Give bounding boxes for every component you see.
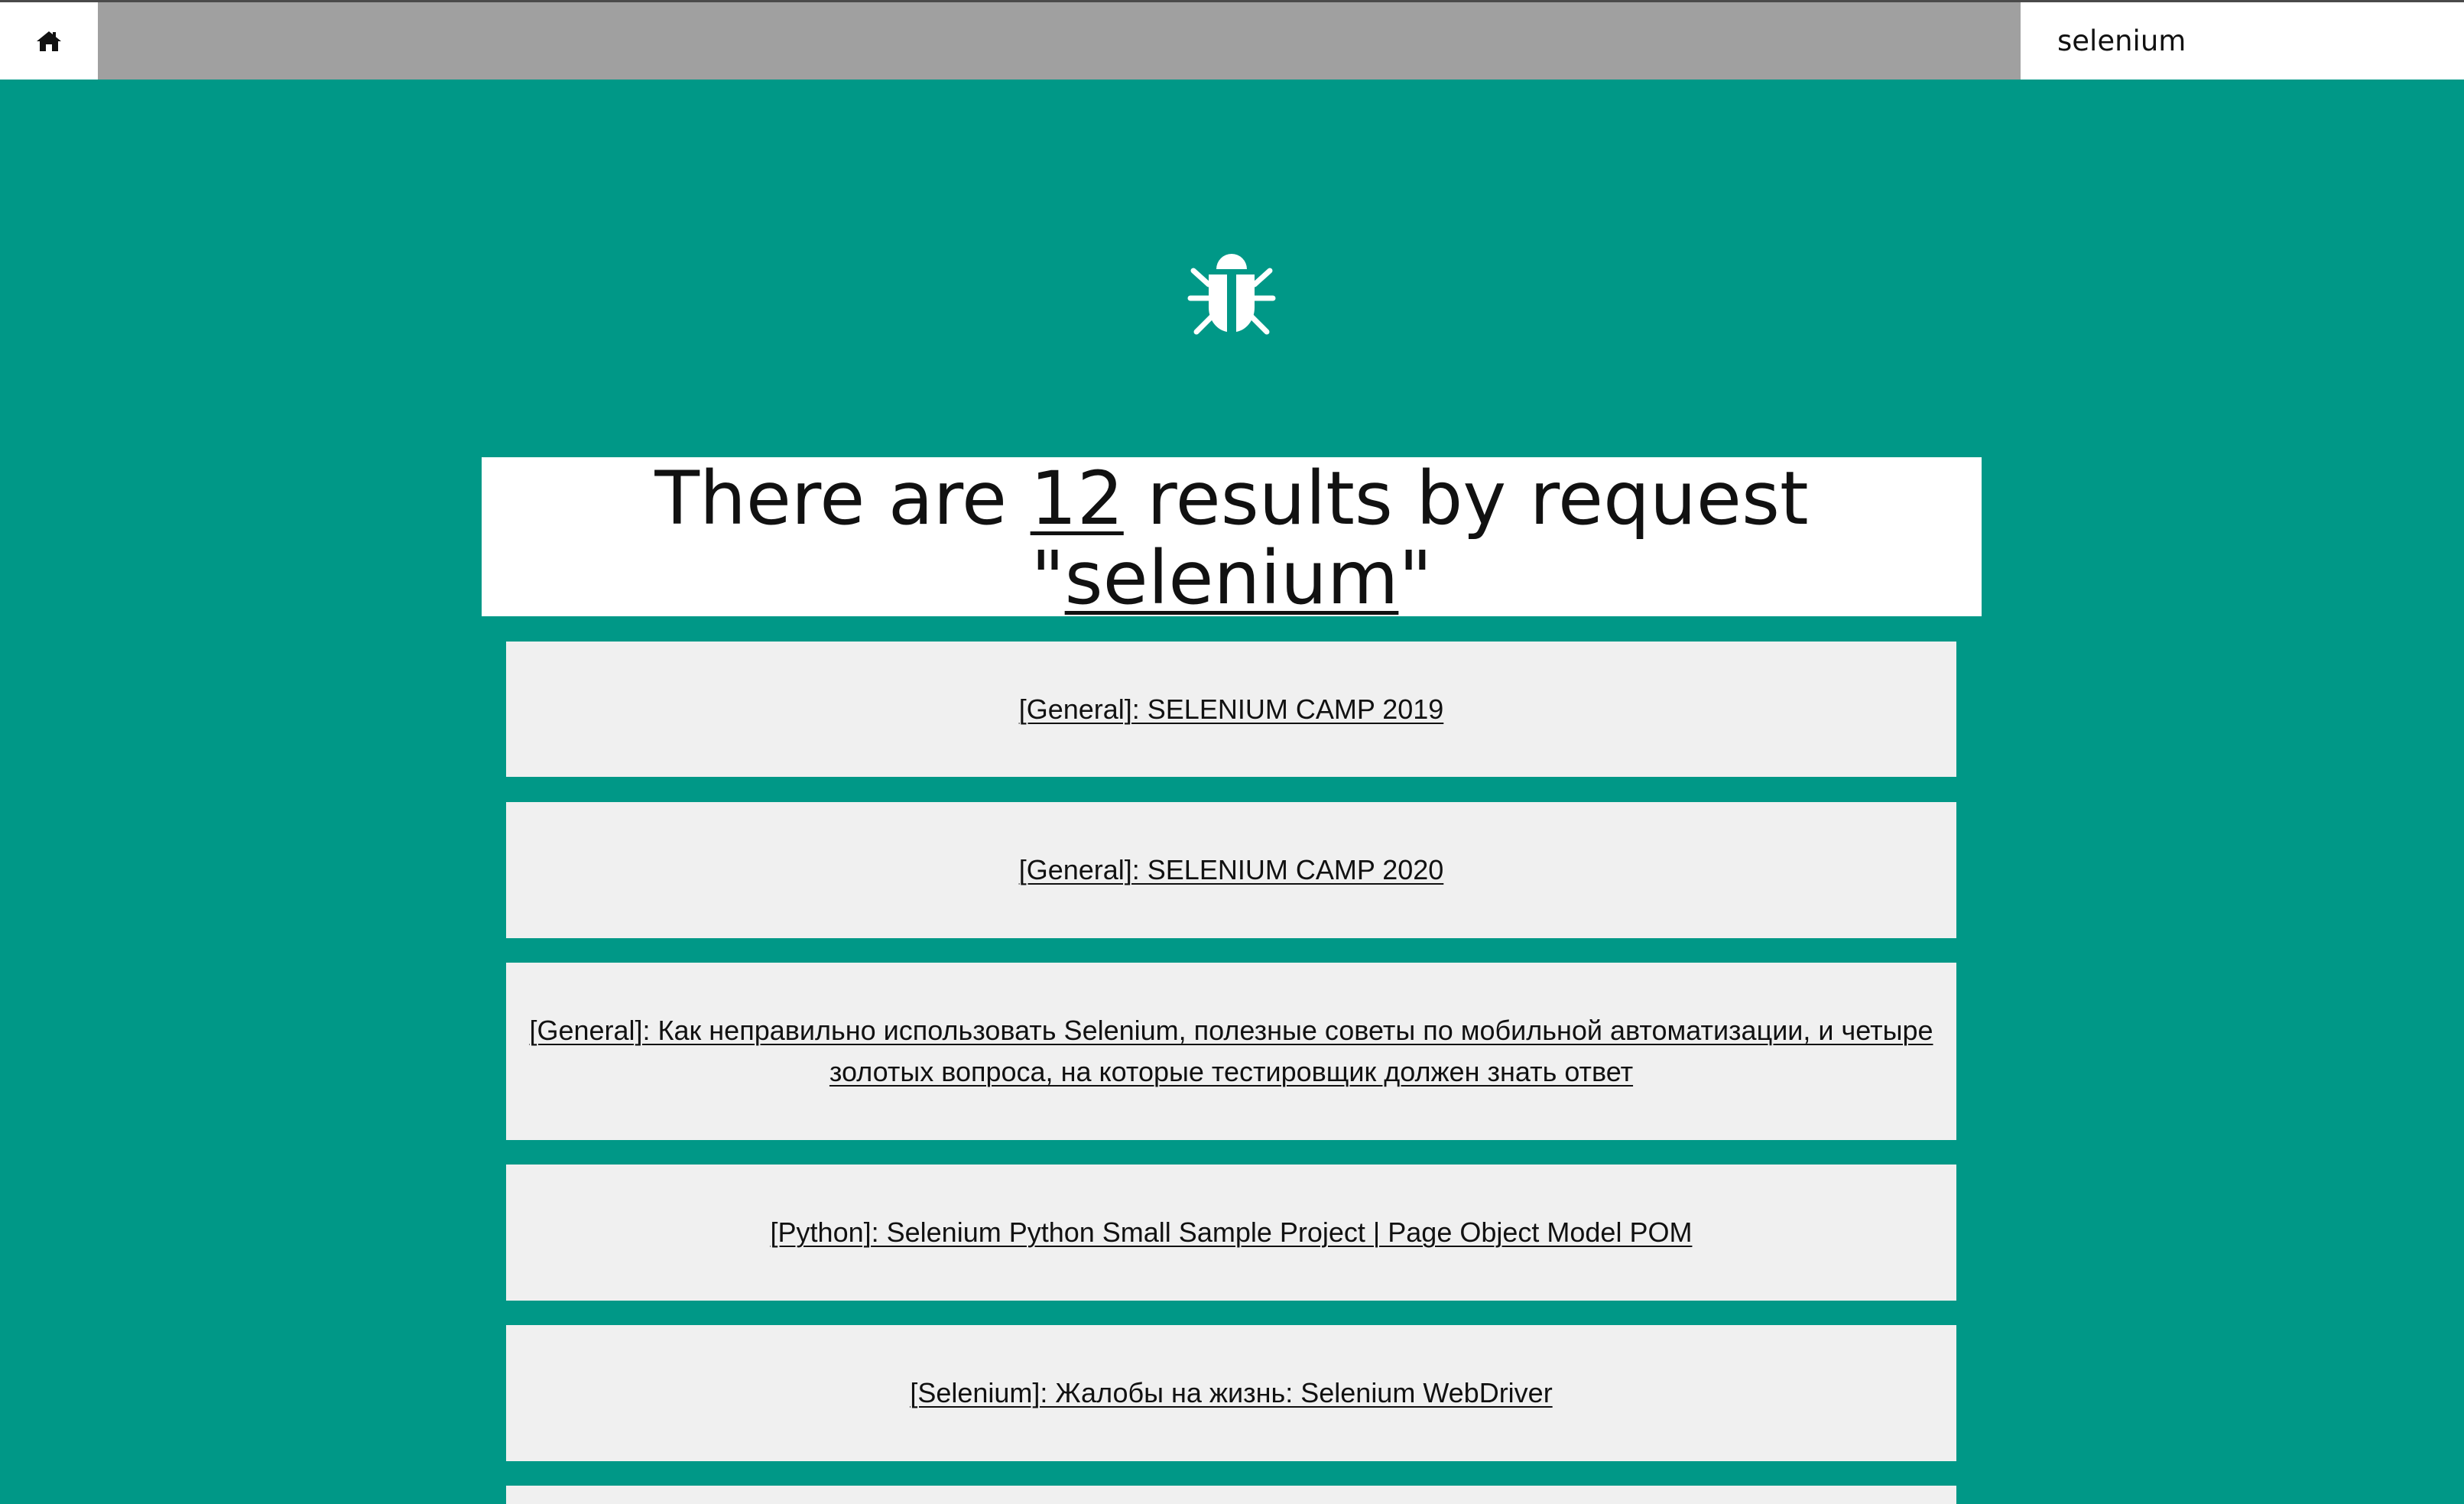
summary-middle: results by request: [1123, 456, 1809, 541]
result-card: [Python]: Selenium Python Small Sample P…: [506, 1165, 1956, 1301]
bug-icon: [1187, 254, 1276, 335]
home-button[interactable]: [0, 2, 98, 80]
quote-open: ": [1031, 535, 1065, 621]
result-link[interactable]: [General]: SELENIUM CAMP 2020: [1019, 849, 1444, 891]
result-link[interactable]: [Selenium]: Жалобы на жизнь: Selenium We…: [910, 1372, 1552, 1414]
result-card: [General]: SELENIUM CAMP 2020: [506, 802, 1956, 938]
results-summary: There are 12 results by request "seleniu…: [482, 456, 1982, 618]
result-card: [Selenium]: Жалобы на жизнь: Selenium We…: [506, 1325, 1956, 1461]
results-count: 12: [1030, 456, 1124, 541]
result-card: [General]: SELENIUM CAMP 2019: [506, 642, 1956, 777]
result-card: [506, 1486, 1956, 1504]
quote-close: ": [1398, 535, 1433, 621]
search-query: selenium: [1064, 535, 1399, 621]
result-link[interactable]: [Python]: Selenium Python Small Sample P…: [771, 1212, 1693, 1253]
result-link[interactable]: [General]: SELENIUM CAMP 2019: [1019, 689, 1444, 730]
summary-prefix: There are: [654, 456, 1031, 541]
search-input[interactable]: [2021, 2, 2464, 80]
result-card: [General]: Как неправильно использовать …: [506, 963, 1956, 1140]
home-icon: [37, 31, 61, 51]
result-link[interactable]: [General]: Как неправильно использовать …: [529, 1010, 1933, 1093]
